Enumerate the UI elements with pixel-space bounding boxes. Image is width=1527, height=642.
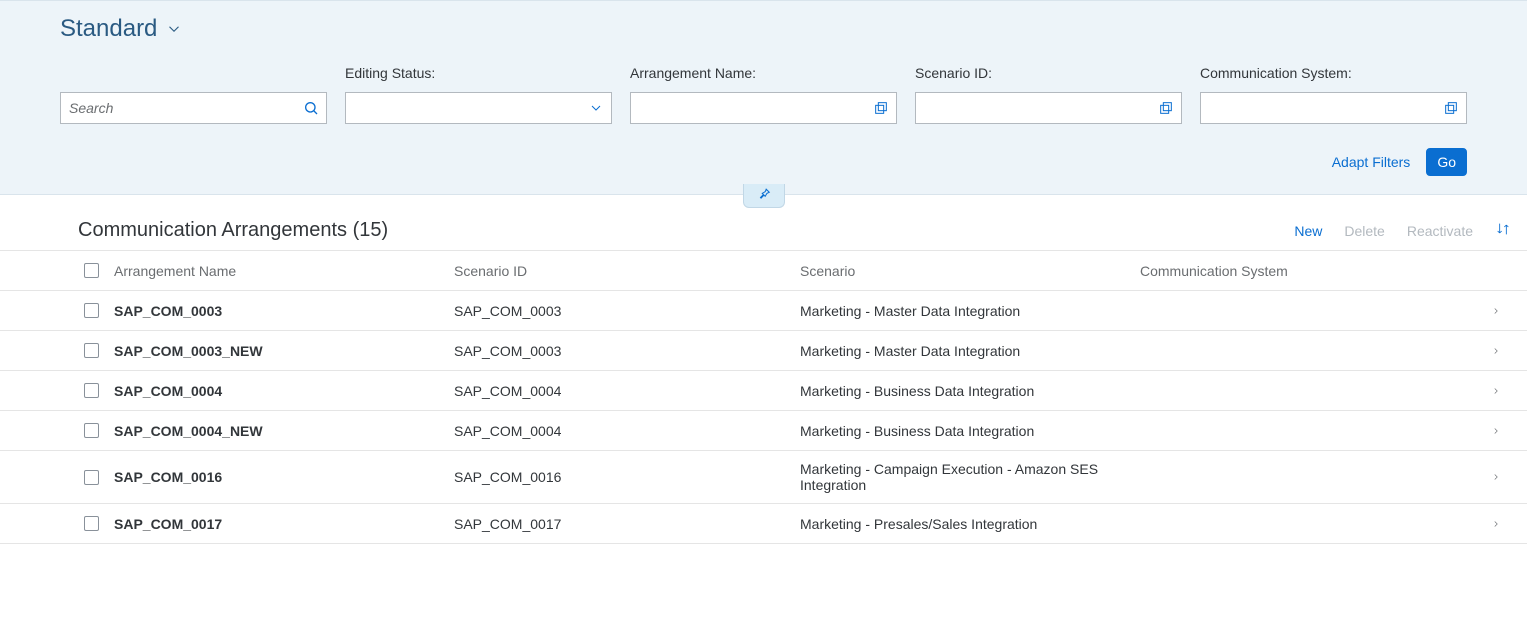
arrangement-name-input[interactable]: [631, 93, 866, 123]
row-checkbox[interactable]: [84, 423, 99, 438]
chevron-down-icon: [165, 20, 183, 38]
arrangements-table: Arrangement Name Scenario ID Scenario Co…: [0, 250, 1527, 544]
adapt-filters-button[interactable]: Adapt Filters: [1332, 154, 1411, 170]
cell-scenario-id: SAP_COM_0016: [454, 469, 800, 485]
scenario-id-input-wrap: [915, 92, 1182, 124]
variant-selector[interactable]: Standard: [60, 15, 1467, 43]
editing-status-select[interactable]: [345, 92, 612, 124]
cell-arrangement-name: SAP_COM_0016: [114, 469, 454, 485]
table-row[interactable]: SAP_COM_0004SAP_COM_0004Marketing - Busi…: [0, 371, 1527, 411]
arrangement-name-field: Arrangement Name:: [630, 65, 897, 124]
table-row[interactable]: SAP_COM_0017SAP_COM_0017Marketing - Pres…: [0, 504, 1527, 544]
col-communication-system[interactable]: Communication System: [1140, 263, 1481, 279]
cell-scenario-id: SAP_COM_0003: [454, 343, 800, 359]
communication-system-input-wrap: [1200, 92, 1467, 124]
cell-arrangement-name: SAP_COM_0004_NEW: [114, 423, 454, 439]
row-checkbox[interactable]: [84, 343, 99, 358]
row-nav[interactable]: [1481, 424, 1511, 438]
editing-status-label: Editing Status:: [345, 65, 612, 82]
search-input-wrap: [60, 92, 327, 124]
cell-scenario-id: SAP_COM_0003: [454, 303, 800, 319]
cell-arrangement-name: SAP_COM_0004: [114, 383, 454, 399]
chevron-down-icon[interactable]: [581, 100, 611, 116]
sort-icon[interactable]: [1495, 221, 1511, 240]
pin-filter-bar-button[interactable]: [743, 184, 785, 208]
scenario-id-field: Scenario ID:: [915, 65, 1182, 124]
table-row[interactable]: SAP_COM_0016SAP_COM_0016Marketing - Camp…: [0, 451, 1527, 504]
select-all-checkbox[interactable]: [84, 263, 99, 278]
editing-status-input[interactable]: [346, 93, 581, 123]
col-scenario[interactable]: Scenario: [800, 263, 1140, 279]
filter-fields: Editing Status: Arrangement Name:: [60, 65, 1467, 124]
cell-scenario: Marketing - Business Data Integration: [800, 383, 1140, 399]
table-header: Communication Arrangements (15) New Dele…: [0, 219, 1527, 250]
cell-scenario: Marketing - Master Data Integration: [800, 303, 1140, 319]
communication-system-input[interactable]: [1201, 93, 1436, 123]
scenario-id-label: Scenario ID:: [915, 65, 1182, 82]
search-icon[interactable]: [296, 100, 326, 116]
row-nav[interactable]: [1481, 384, 1511, 398]
variant-title: Standard: [60, 15, 157, 43]
table-header-row: Arrangement Name Scenario ID Scenario Co…: [0, 251, 1527, 291]
cell-arrangement-name: SAP_COM_0003: [114, 303, 454, 319]
pin-icon: [757, 187, 771, 204]
row-nav[interactable]: [1481, 344, 1511, 358]
cell-scenario: Marketing - Presales/Sales Integration: [800, 516, 1140, 532]
new-button[interactable]: New: [1294, 223, 1322, 239]
table-row[interactable]: SAP_COM_0004_NEWSAP_COM_0004Marketing - …: [0, 411, 1527, 451]
table-title: Communication Arrangements (15): [78, 219, 388, 242]
table-row[interactable]: SAP_COM_0003_NEWSAP_COM_0003Marketing - …: [0, 331, 1527, 371]
cell-scenario: Marketing - Campaign Execution - Amazon …: [800, 461, 1140, 493]
search-field: [60, 65, 327, 124]
row-checkbox[interactable]: [84, 383, 99, 398]
table-row[interactable]: SAP_COM_0003SAP_COM_0003Marketing - Mast…: [0, 291, 1527, 331]
filter-actions: Adapt Filters Go: [60, 148, 1467, 176]
search-input[interactable]: [61, 93, 296, 123]
content-area: Communication Arrangements (15) New Dele…: [0, 195, 1527, 544]
cell-scenario-id: SAP_COM_0004: [454, 383, 800, 399]
arrangement-name-input-wrap: [630, 92, 897, 124]
row-checkbox[interactable]: [84, 470, 99, 485]
value-help-icon[interactable]: [1436, 100, 1466, 116]
value-help-icon[interactable]: [866, 100, 896, 116]
reactivate-button[interactable]: Reactivate: [1407, 223, 1473, 239]
cell-arrangement-name: SAP_COM_0003_NEW: [114, 343, 454, 359]
delete-button[interactable]: Delete: [1344, 223, 1384, 239]
col-arrangement-name[interactable]: Arrangement Name: [114, 263, 454, 279]
communication-system-label: Communication System:: [1200, 65, 1467, 82]
row-checkbox[interactable]: [84, 303, 99, 318]
row-checkbox[interactable]: [84, 516, 99, 531]
cell-scenario-id: SAP_COM_0017: [454, 516, 800, 532]
cell-scenario: Marketing - Business Data Integration: [800, 423, 1140, 439]
col-scenario-id[interactable]: Scenario ID: [454, 263, 800, 279]
editing-status-field: Editing Status:: [345, 65, 612, 124]
cell-scenario: Marketing - Master Data Integration: [800, 343, 1140, 359]
cell-arrangement-name: SAP_COM_0017: [114, 516, 454, 532]
row-nav[interactable]: [1481, 304, 1511, 318]
scenario-id-input[interactable]: [916, 93, 1151, 123]
search-label: [60, 65, 327, 82]
row-nav[interactable]: [1481, 517, 1511, 531]
filter-bar: Standard Editing Status:: [0, 0, 1527, 195]
value-help-icon[interactable]: [1151, 100, 1181, 116]
row-nav[interactable]: [1481, 470, 1511, 484]
table-toolbar: New Delete Reactivate: [1294, 221, 1511, 240]
cell-scenario-id: SAP_COM_0004: [454, 423, 800, 439]
go-button[interactable]: Go: [1426, 148, 1467, 176]
arrangement-name-label: Arrangement Name:: [630, 65, 897, 82]
communication-system-field: Communication System:: [1200, 65, 1467, 124]
